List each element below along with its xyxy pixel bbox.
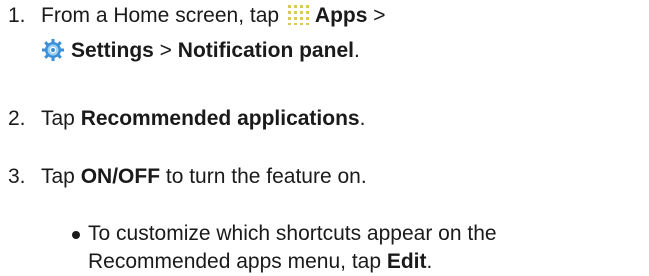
bullet-line-2: Recommended apps menu, tap Edit. xyxy=(88,248,497,276)
bullet-end: . xyxy=(426,250,433,273)
bullet-text-prefix: Recommended apps menu, tap xyxy=(88,250,387,273)
step-text-prefix: Tap xyxy=(41,165,81,188)
step-number: 2. xyxy=(8,107,26,130)
step-text: Tap ON/OFF to turn the feature on. xyxy=(41,163,649,191)
step-number: 3. xyxy=(8,165,26,188)
on-off-label: ON/OFF xyxy=(80,165,161,188)
edit-label: Edit xyxy=(386,250,427,273)
step-number: 1. xyxy=(8,4,26,27)
bullet-line-1: To customize which shortcuts appear on t… xyxy=(88,222,497,245)
settings-label: Settings xyxy=(71,39,154,62)
step-text-prefix: From a Home screen, tap xyxy=(41,4,285,27)
step-text-prefix: Tap xyxy=(41,107,81,130)
settings-gear-icon xyxy=(41,38,65,62)
separator: > xyxy=(153,39,178,62)
bullet-dot-icon xyxy=(72,231,80,239)
bullet-text: To customize which shortcuts appear on t… xyxy=(88,220,497,276)
step-end: . xyxy=(359,107,366,130)
recommended-applications-label: Recommended applications xyxy=(80,107,360,130)
step-text: Tap Recommended applications. xyxy=(41,105,649,133)
step-text-suffix: > xyxy=(367,4,386,27)
apps-grid-icon xyxy=(287,4,311,26)
step-line: Settings > Notification panel. xyxy=(41,37,649,65)
step-end: . xyxy=(353,39,360,62)
step-text-suffix: to turn the feature on. xyxy=(160,165,367,188)
apps-label: Apps xyxy=(314,4,368,27)
step-text: From a Home screen, tap Apps > Settings … xyxy=(41,2,649,65)
notification-panel-label: Notification panel xyxy=(177,39,354,62)
step-line: From a Home screen, tap Apps > xyxy=(41,2,649,30)
